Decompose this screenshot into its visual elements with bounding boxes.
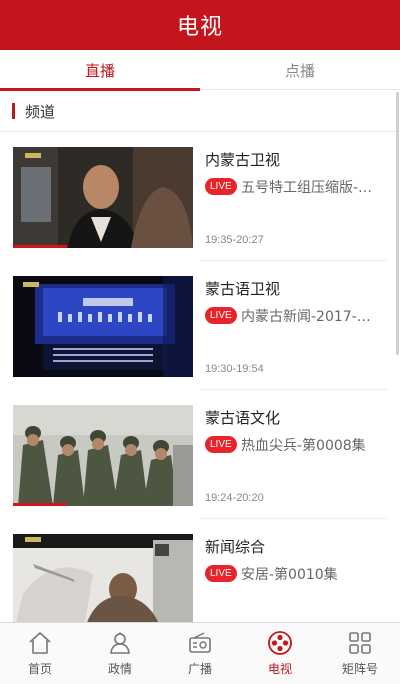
tab-bar: 直播 点播 xyxy=(0,50,400,91)
channel-thumbnail xyxy=(13,405,193,506)
film-reel-icon xyxy=(268,631,292,655)
live-badge: LIVE xyxy=(205,307,237,324)
section-accent-bar xyxy=(12,103,15,119)
nav-label: 政情 xyxy=(107,662,132,676)
program-time: 19:24-20:20 xyxy=(205,492,264,504)
channel-item[interactable]: 蒙古语文化 LIVE 热血尖兵-第0008集 19:24-20:20 xyxy=(0,390,400,519)
channel-name: 蒙古语卫视 xyxy=(205,280,281,298)
home-icon xyxy=(29,632,51,654)
program-title: 五号特工组压缩版-… xyxy=(241,180,373,196)
app-header: 电视 xyxy=(0,0,400,50)
page-title: 电视 xyxy=(176,15,223,40)
program-title: 内蒙古新闻-2017-… xyxy=(241,309,371,325)
nav-label: 首页 xyxy=(27,662,52,676)
nav-item-home[interactable]: 首页 xyxy=(0,623,80,684)
live-badge: LIVE xyxy=(205,436,237,453)
nav-item-tv[interactable]: 电视 xyxy=(240,623,320,684)
scrollbar[interactable] xyxy=(396,92,399,355)
channel-name: 新闻综合 xyxy=(205,538,266,556)
nav-label: 广播 xyxy=(187,662,212,676)
progress-indicator xyxy=(13,245,67,248)
live-badge: LIVE xyxy=(205,178,237,195)
channel-thumbnail xyxy=(13,534,193,622)
channel-list: 内蒙古卫视 LIVE 五号特工组压缩版-… 19:35-20:27 蒙古语卫视 … xyxy=(0,132,400,622)
channel-thumbnail xyxy=(13,276,193,377)
radio-icon xyxy=(189,632,211,653)
program-time: 19:35-20:27 xyxy=(205,234,264,246)
live-badge: LIVE xyxy=(205,565,237,582)
grid-icon xyxy=(349,632,371,654)
nav-item-radio[interactable]: 广播 xyxy=(160,623,240,684)
channel-name: 蒙古语文化 xyxy=(205,409,281,427)
tab-live[interactable]: 直播 xyxy=(0,50,200,91)
bottom-nav: 首页 政情 广播 电视 矩阵号 xyxy=(0,622,400,684)
nav-label: 矩阵号 xyxy=(341,662,378,676)
channel-item[interactable]: 蒙古语卫视 LIVE 内蒙古新闻-2017-… 19:30-19:54 xyxy=(0,261,400,390)
program-time: 19:30-19:54 xyxy=(205,363,264,375)
channel-item[interactable]: 新闻综合 LIVE 安居-第0010集 xyxy=(0,519,400,622)
nav-label: 电视 xyxy=(267,662,292,676)
section-title: 频道 xyxy=(25,102,56,121)
channel-thumbnail xyxy=(13,147,193,248)
nav-item-matrix[interactable]: 矩阵号 xyxy=(320,623,400,684)
nav-item-politics[interactable]: 政情 xyxy=(80,623,160,684)
program-title: 安居-第0010集 xyxy=(241,567,338,583)
section-header: 频道 xyxy=(0,91,400,132)
channel-item[interactable]: 内蒙古卫视 LIVE 五号特工组压缩版-… 19:35-20:27 xyxy=(0,132,400,261)
program-title: 热血尖兵-第0008集 xyxy=(241,438,366,454)
progress-indicator xyxy=(13,503,67,506)
tab-on-demand[interactable]: 点播 xyxy=(200,50,400,90)
channel-name: 内蒙古卫视 xyxy=(205,151,281,169)
person-icon xyxy=(110,632,130,654)
